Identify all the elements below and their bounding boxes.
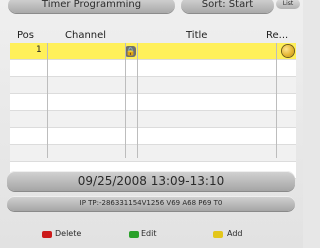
header-title: Title	[186, 30, 208, 41]
header-record: Re...	[266, 30, 289, 41]
column-divider	[137, 43, 138, 158]
table-row[interactable]	[10, 111, 296, 128]
header-channel: Channel	[65, 30, 107, 41]
column-divider	[276, 43, 277, 158]
header-pos: Pos	[17, 30, 35, 41]
add-label: Add	[227, 229, 243, 238]
lock-icon: 🔒	[125, 46, 136, 57]
timer-table: Pos Channel Title Re... 1 🔒	[10, 28, 296, 179]
delete-label: Delete	[55, 229, 82, 238]
title-tab: Timer Programming	[8, 0, 175, 13]
table-header: Pos Channel Title Re...	[10, 28, 296, 43]
table-row[interactable]	[10, 128, 296, 145]
green-key-icon	[129, 231, 139, 238]
table-row[interactable]	[10, 145, 296, 162]
table-row[interactable]	[10, 77, 296, 94]
button-legend: Delete Edit Add	[0, 218, 303, 248]
column-divider	[47, 43, 48, 158]
row-pos: 1	[36, 45, 42, 55]
list-button[interactable]: List	[276, 0, 300, 9]
red-key-icon	[42, 231, 52, 238]
column-divider	[125, 43, 126, 158]
table-row[interactable]	[10, 60, 296, 77]
date-time-bar: 09/25/2008 13:09-13:10	[7, 171, 295, 191]
table-row[interactable]	[10, 94, 296, 111]
edit-label: Edit	[141, 229, 157, 238]
yellow-key-icon	[213, 231, 223, 238]
record-status-icon	[282, 45, 294, 57]
table-row[interactable]: 1 🔒	[10, 43, 296, 60]
transponder-info-bar: IP TP:-286331154V1256 V69 A68 P69 T0	[7, 196, 295, 211]
sort-button[interactable]: Sort: Start	[181, 0, 274, 13]
